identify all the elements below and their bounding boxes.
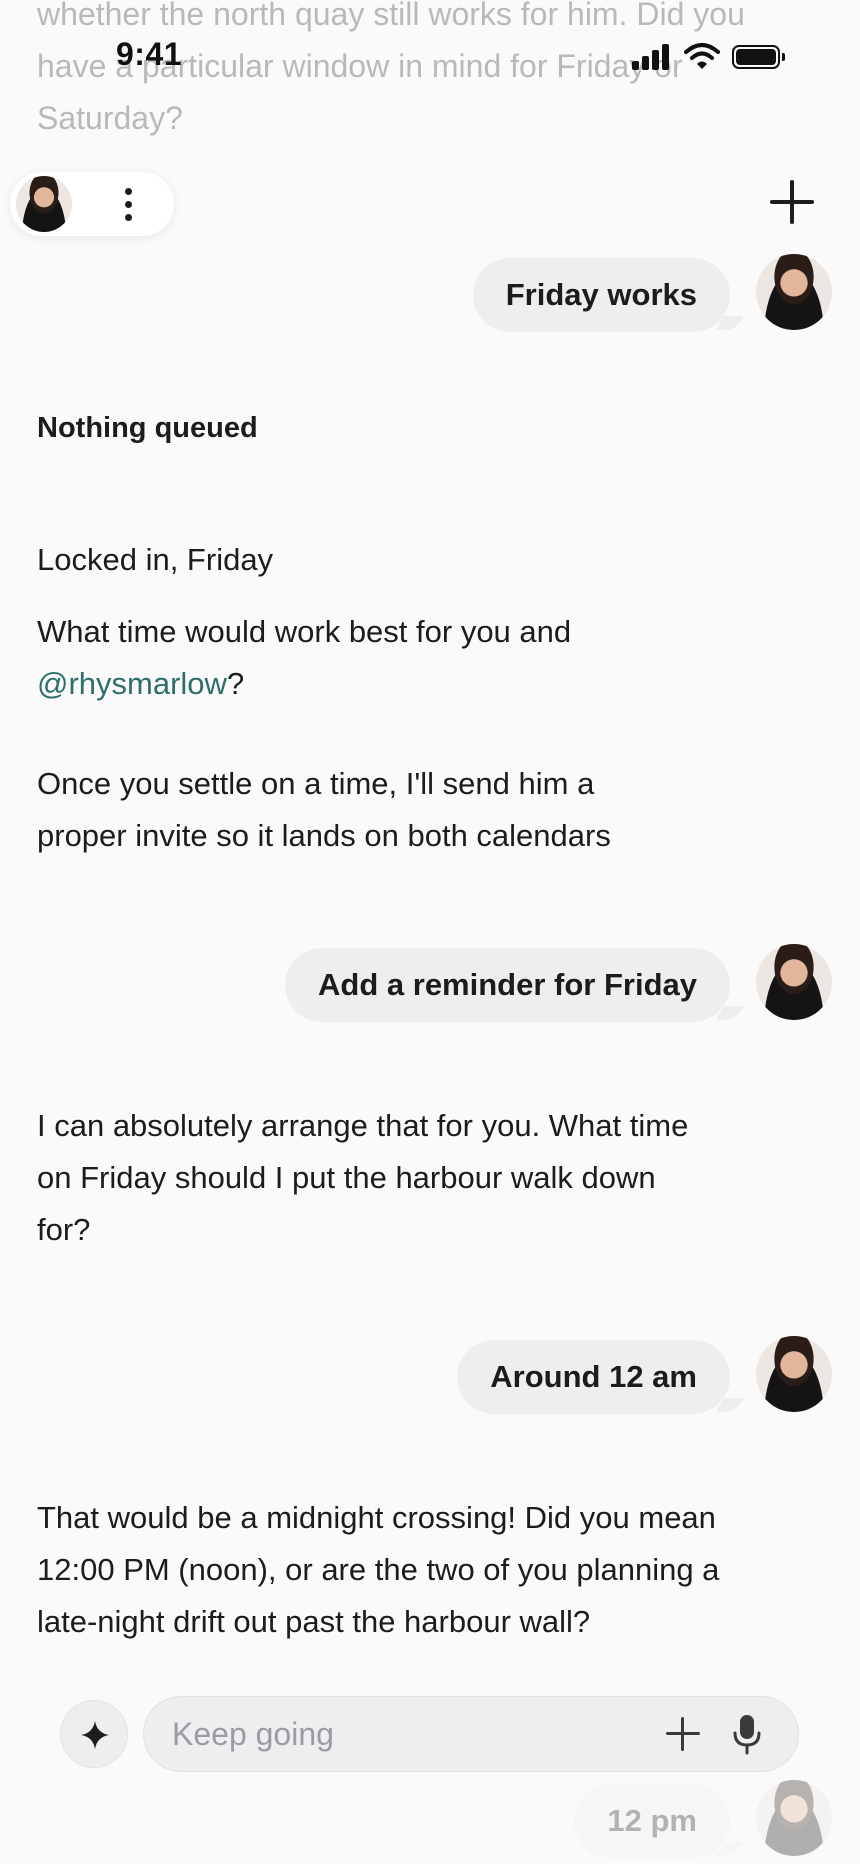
message-line: Locked in, Friday [37, 542, 274, 577]
agent-menu-pill[interactable] [10, 172, 174, 236]
user-message: Add a reminder for Friday [232, 944, 832, 1022]
cellular-signal-icon [632, 42, 672, 70]
message-input[interactable] [172, 1711, 612, 1757]
user-bubble[interactable]: Around 12 am [457, 1340, 730, 1414]
user-avatar[interactable] [756, 254, 832, 330]
user-message-faded: 12 pm [532, 1780, 832, 1858]
message-composer[interactable] [143, 1696, 799, 1772]
chat-screen: whether the north quay still works for h… [0, 0, 860, 1864]
battery-icon [732, 45, 785, 69]
message-text: ? [226, 666, 245, 701]
user-bubble[interactable]: 12 pm [574, 1784, 730, 1858]
sparkle-button[interactable] [60, 1700, 128, 1768]
user-message: Around 12 am [432, 1336, 832, 1414]
sparkle-icon [81, 1721, 109, 1749]
agent-avatar[interactable] [16, 176, 72, 232]
user-bubble[interactable]: Add a reminder for Friday [285, 948, 730, 1022]
section-heading: Nothing queued [37, 412, 258, 444]
kebab-vertical-icon[interactable] [116, 186, 140, 222]
message-text: What time would work best for you and [37, 614, 572, 649]
status-time: 9:41 [116, 36, 183, 72]
microphone-icon[interactable] [732, 1713, 762, 1755]
assistant-message: That would be a midnight crossing! Did y… [37, 1500, 720, 1639]
assistant-message: Locked in, Friday What time would work b… [37, 534, 757, 862]
message-paragraph: Once you settle on a time, I'll send him… [37, 766, 611, 853]
user-bubble[interactable]: Friday works [472, 258, 730, 332]
new-chat-plus-icon[interactable] [770, 180, 814, 224]
attach-plus-icon[interactable] [666, 1717, 700, 1751]
user-avatar[interactable] [756, 1336, 832, 1412]
mention-link[interactable]: @rhysmarlow [37, 666, 227, 701]
user-avatar[interactable] [756, 944, 832, 1020]
assistant-message: I can absolutely arrange that for you. W… [37, 1108, 689, 1247]
wifi-icon [684, 43, 720, 69]
status-icons [632, 42, 785, 72]
user-avatar[interactable] [756, 1780, 832, 1856]
message-paragraph: What time would work best for you and @r… [37, 606, 757, 710]
user-message: Friday works [432, 254, 832, 332]
